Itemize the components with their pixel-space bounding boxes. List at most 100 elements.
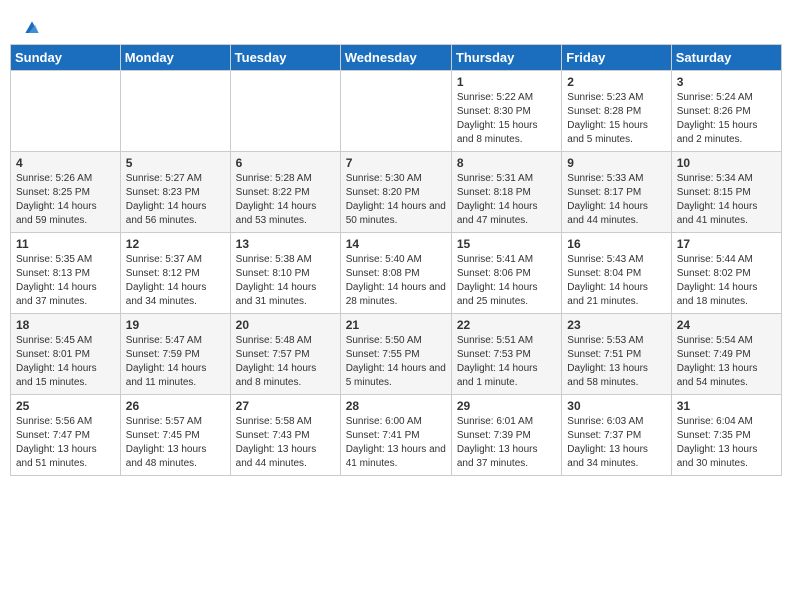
day-number: 24 (677, 318, 776, 332)
page-header (10, 10, 782, 38)
calendar-cell: 29Sunrise: 6:01 AMSunset: 7:39 PMDayligh… (451, 395, 561, 476)
calendar-cell: 31 Sunrise: 6:04 AMSunset: 7:35 PMDayligh… (671, 395, 781, 476)
day-info: Sunrise: 5:53 AMSunset: 7:51 PMDaylight:… (567, 334, 665, 390)
day-number: 5 (126, 156, 225, 170)
calendar-cell: 24 Sunrise: 5:54 AMSunset: 7:49 PMDayligh… (671, 314, 781, 395)
weekday-header-tuesday: Tuesday (230, 45, 340, 71)
weekday-header-row: SundayMondayTuesdayWednesdayThursdayFrid… (11, 45, 782, 71)
day-info: Sunrise: 5:31 AMSunset: 8:18 PMDaylight:… (457, 172, 556, 228)
logo-icon (22, 18, 42, 38)
day-info: Sunrise: 5:26 AMSunset: 8:25 PMDaylight:… (16, 172, 115, 228)
calendar-cell: 17 Sunrise: 5:44 AMSunset: 8:02 PMDayligh… (671, 233, 781, 314)
day-number: 22 (457, 318, 556, 332)
calendar-cell: 30 Sunrise: 6:03 AMSunset: 7:37 PMDayligh… (562, 395, 671, 476)
day-info: Sunrise: 5:33 AMSunset: 8:17 PMDaylight:… (567, 172, 665, 228)
calendar-cell: 5 Sunrise: 5:27 AMSunset: 8:23 PMDaylight… (120, 152, 230, 233)
day-number: 27 (236, 399, 335, 413)
day-info: Sunrise: 5:23 AMSunset: 8:28 PMDaylight:… (567, 91, 665, 147)
weekday-header-wednesday: Wednesday (340, 45, 451, 71)
week-row-2: 4 Sunrise: 5:26 AMSunset: 8:25 PMDaylight… (11, 152, 782, 233)
calendar-cell: 25 Sunrise: 5:56 AMSunset: 7:47 PMDayligh… (11, 395, 121, 476)
week-row-3: 11Sunrise: 5:35 AMSunset: 8:13 PMDayligh… (11, 233, 782, 314)
week-row-4: 18 Sunrise: 5:45 AMSunset: 8:01 PMDayligh… (11, 314, 782, 395)
day-number: 26 (126, 399, 225, 413)
day-info: Sunrise: 5:48 AMSunset: 7:57 PMDaylight:… (236, 334, 335, 390)
logo (20, 18, 42, 34)
day-info: Sunrise: 6:04 AMSunset: 7:35 PMDaylight:… (677, 415, 776, 471)
calendar-cell: 12 Sunrise: 5:37 AMSunset: 8:12 PMDayligh… (120, 233, 230, 314)
weekday-header-monday: Monday (120, 45, 230, 71)
day-info: Sunrise: 5:35 AMSunset: 8:13 PMDaylight:… (16, 253, 115, 309)
week-row-5: 25 Sunrise: 5:56 AMSunset: 7:47 PMDayligh… (11, 395, 782, 476)
calendar-cell: 18 Sunrise: 5:45 AMSunset: 8:01 PMDayligh… (11, 314, 121, 395)
day-number: 20 (236, 318, 335, 332)
day-info: Sunrise: 5:44 AMSunset: 8:02 PMDaylight:… (677, 253, 776, 309)
calendar-cell: 23 Sunrise: 5:53 AMSunset: 7:51 PMDayligh… (562, 314, 671, 395)
day-info: Sunrise: 5:54 AMSunset: 7:49 PMDaylight:… (677, 334, 776, 390)
day-number: 25 (16, 399, 115, 413)
calendar-table: SundayMondayTuesdayWednesdayThursdayFrid… (10, 44, 782, 476)
day-number: 6 (236, 156, 335, 170)
day-number: 14 (346, 237, 446, 251)
day-info: Sunrise: 6:01 AMSunset: 7:39 PMDaylight:… (457, 415, 556, 471)
day-number: 7 (346, 156, 446, 170)
calendar-cell: 6 Sunrise: 5:28 AMSunset: 8:22 PMDaylight… (230, 152, 340, 233)
day-number: 15 (457, 237, 556, 251)
day-info: Sunrise: 5:22 AMSunset: 8:30 PMDaylight:… (457, 91, 556, 147)
calendar-cell: 4 Sunrise: 5:26 AMSunset: 8:25 PMDaylight… (11, 152, 121, 233)
day-info: Sunrise: 5:27 AMSunset: 8:23 PMDaylight:… (126, 172, 225, 228)
day-info: Sunrise: 5:37 AMSunset: 8:12 PMDaylight:… (126, 253, 225, 309)
calendar-cell: 20 Sunrise: 5:48 AMSunset: 7:57 PMDayligh… (230, 314, 340, 395)
day-info: Sunrise: 5:50 AMSunset: 7:55 PMDaylight:… (346, 334, 446, 390)
day-info: Sunrise: 5:56 AMSunset: 7:47 PMDaylight:… (16, 415, 115, 471)
weekday-header-sunday: Sunday (11, 45, 121, 71)
day-number: 19 (126, 318, 225, 332)
day-number: 13 (236, 237, 335, 251)
day-number: 9 (567, 156, 665, 170)
day-info: Sunrise: 5:24 AMSunset: 8:26 PMDaylight:… (677, 91, 776, 147)
calendar-cell (120, 71, 230, 152)
calendar-cell: 2 Sunrise: 5:23 AMSunset: 8:28 PMDaylight… (562, 71, 671, 152)
day-info: Sunrise: 5:38 AMSunset: 8:10 PMDaylight:… (236, 253, 335, 309)
day-number: 2 (567, 75, 665, 89)
calendar-cell: 22 Sunrise: 5:51 AMSunset: 7:53 PMDayligh… (451, 314, 561, 395)
calendar-cell: 28Sunrise: 6:00 AMSunset: 7:41 PMDayligh… (340, 395, 451, 476)
day-number: 21 (346, 318, 446, 332)
weekday-header-saturday: Saturday (671, 45, 781, 71)
day-info: Sunrise: 5:47 AMSunset: 7:59 PMDaylight:… (126, 334, 225, 390)
day-info: Sunrise: 5:40 AMSunset: 8:08 PMDaylight:… (346, 253, 446, 309)
day-number: 4 (16, 156, 115, 170)
calendar-cell: 19 Sunrise: 5:47 AMSunset: 7:59 PMDayligh… (120, 314, 230, 395)
day-number: 30 (567, 399, 665, 413)
day-number: 18 (16, 318, 115, 332)
day-info: Sunrise: 5:43 AMSunset: 8:04 PMDaylight:… (567, 253, 665, 309)
day-number: 16 (567, 237, 665, 251)
day-number: 1 (457, 75, 556, 89)
day-info: Sunrise: 6:03 AMSunset: 7:37 PMDaylight:… (567, 415, 665, 471)
day-number: 17 (677, 237, 776, 251)
calendar-cell: 10Sunrise: 5:34 AMSunset: 8:15 PMDayligh… (671, 152, 781, 233)
day-number: 12 (126, 237, 225, 251)
calendar-cell: 3Sunrise: 5:24 AMSunset: 8:26 PMDaylight… (671, 71, 781, 152)
calendar-cell (230, 71, 340, 152)
weekday-header-friday: Friday (562, 45, 671, 71)
calendar-cell: 27Sunrise: 5:58 AMSunset: 7:43 PMDayligh… (230, 395, 340, 476)
day-number: 31 (677, 399, 776, 413)
day-info: Sunrise: 6:00 AMSunset: 7:41 PMDaylight:… (346, 415, 446, 471)
day-info: Sunrise: 5:45 AMSunset: 8:01 PMDaylight:… (16, 334, 115, 390)
calendar-cell: 7 Sunrise: 5:30 AMSunset: 8:20 PMDaylight… (340, 152, 451, 233)
day-info: Sunrise: 5:30 AMSunset: 8:20 PMDaylight:… (346, 172, 446, 228)
calendar-cell: 14 Sunrise: 5:40 AMSunset: 8:08 PMDayligh… (340, 233, 451, 314)
weekday-header-thursday: Thursday (451, 45, 561, 71)
calendar-cell: 8Sunrise: 5:31 AMSunset: 8:18 PMDaylight… (451, 152, 561, 233)
calendar-cell: 16 Sunrise: 5:43 AMSunset: 8:04 PMDayligh… (562, 233, 671, 314)
day-info: Sunrise: 5:34 AMSunset: 8:15 PMDaylight:… (677, 172, 776, 228)
calendar-cell (340, 71, 451, 152)
calendar-cell (11, 71, 121, 152)
day-info: Sunrise: 5:28 AMSunset: 8:22 PMDaylight:… (236, 172, 335, 228)
calendar-cell: 11Sunrise: 5:35 AMSunset: 8:13 PMDayligh… (11, 233, 121, 314)
calendar-cell: 1 Sunrise: 5:22 AMSunset: 8:30 PMDaylight… (451, 71, 561, 152)
day-info: Sunrise: 5:51 AMSunset: 7:53 PMDaylight:… (457, 334, 556, 390)
day-number: 23 (567, 318, 665, 332)
calendar-cell: 9 Sunrise: 5:33 AMSunset: 8:17 PMDaylight… (562, 152, 671, 233)
